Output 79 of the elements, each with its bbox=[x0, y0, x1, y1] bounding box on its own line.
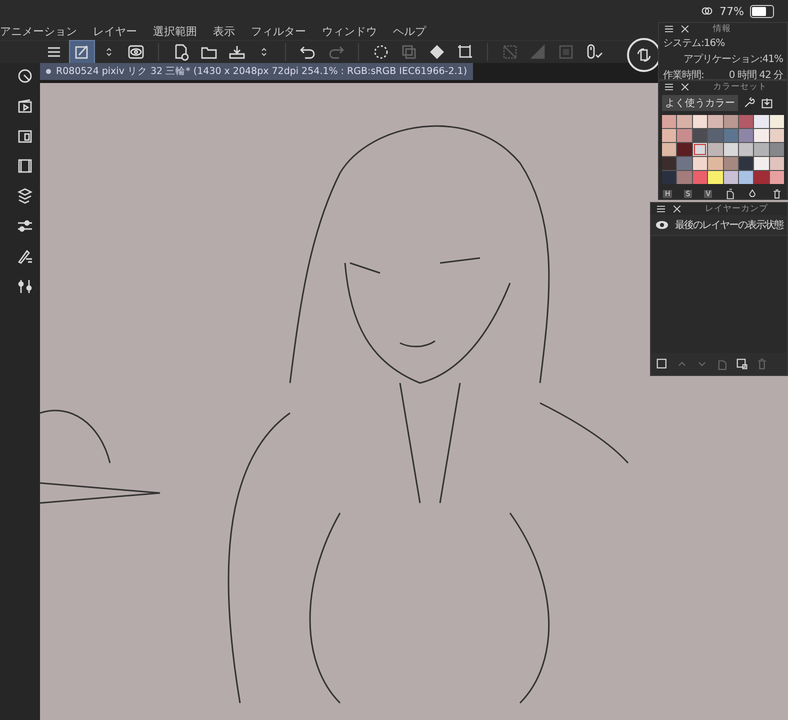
app-usage: アプリケーション:41% bbox=[683, 52, 783, 66]
wrench-icon[interactable] bbox=[742, 96, 756, 110]
eye-icon[interactable] bbox=[655, 220, 669, 230]
color-swatch[interactable] bbox=[677, 115, 692, 128]
trash-icon[interactable] bbox=[770, 188, 783, 200]
battery-icon bbox=[750, 4, 774, 18]
color-swatch[interactable] bbox=[738, 129, 754, 142]
color-swatch[interactable] bbox=[692, 157, 708, 170]
color-swatch[interactable] bbox=[692, 143, 708, 156]
close-icon[interactable] bbox=[679, 23, 691, 35]
color-swatch[interactable] bbox=[662, 171, 676, 184]
clapper-icon[interactable] bbox=[16, 97, 34, 115]
color-swatch[interactable] bbox=[770, 143, 784, 156]
menu-item[interactable]: アニメーション bbox=[0, 24, 77, 38]
panel-title: カラーセット bbox=[713, 81, 767, 93]
color-swatch[interactable] bbox=[677, 171, 692, 184]
film-icon[interactable] bbox=[16, 157, 34, 175]
color-swatch[interactable] bbox=[662, 143, 676, 156]
close-icon[interactable] bbox=[679, 81, 691, 93]
close-icon[interactable] bbox=[671, 203, 683, 215]
color-swatch[interactable] bbox=[754, 171, 769, 184]
panel-menu-icon[interactable] bbox=[663, 81, 675, 93]
color-swatch[interactable] bbox=[770, 129, 784, 142]
sketch-canvas[interactable] bbox=[40, 83, 788, 720]
color-swatch[interactable] bbox=[770, 157, 784, 170]
new-comp-icon[interactable] bbox=[655, 357, 669, 371]
work-time-label: 作業時間: bbox=[663, 68, 704, 82]
menu-item[interactable]: 表示 bbox=[213, 24, 235, 38]
color-swatch[interactable] bbox=[708, 171, 722, 184]
panel-title: レイヤーカンプ bbox=[705, 203, 768, 215]
select-layer-icon[interactable] bbox=[16, 67, 34, 85]
import-icon[interactable] bbox=[760, 96, 774, 110]
color-swatch[interactable] bbox=[708, 157, 722, 170]
menu-item[interactable]: フィルター bbox=[251, 24, 306, 38]
panel-menu-icon[interactable] bbox=[655, 203, 667, 215]
color-swatch[interactable] bbox=[708, 129, 722, 142]
color-swatch[interactable] bbox=[724, 157, 738, 170]
color-swatch[interactable] bbox=[738, 157, 754, 170]
menu-item[interactable]: ヘルプ bbox=[393, 24, 426, 38]
color-swatch[interactable] bbox=[724, 129, 738, 142]
rotate-icon[interactable] bbox=[635, 46, 653, 64]
color-swatch[interactable] bbox=[677, 129, 692, 142]
color-set-dropdown[interactable]: よく使うカラー bbox=[662, 95, 738, 111]
menu-item[interactable]: レイヤー bbox=[93, 24, 137, 38]
color-swatch[interactable] bbox=[754, 129, 769, 142]
color-swatch[interactable] bbox=[662, 129, 676, 142]
color-swatch[interactable] bbox=[724, 115, 738, 128]
color-swatch[interactable] bbox=[677, 143, 692, 156]
color-swatch[interactable] bbox=[692, 129, 708, 142]
color-swatch[interactable] bbox=[724, 171, 738, 184]
document-tab[interactable]: R080524 pixiv リク 32 三輪* (1430 x 2048px 72dpi 254.1% : RGB:sRGB IEC61966-2.1) bbox=[40, 63, 474, 80]
color-swatch[interactable] bbox=[738, 171, 754, 184]
panel-title: 情報 bbox=[713, 23, 731, 35]
work-time: 0 時間 42 分 bbox=[728, 68, 783, 82]
apply-comp-icon[interactable] bbox=[735, 357, 749, 371]
color-swatch[interactable] bbox=[677, 157, 692, 170]
color-swatch[interactable] bbox=[738, 143, 754, 156]
color-swatch[interactable] bbox=[724, 143, 738, 156]
color-swatch[interactable] bbox=[754, 143, 769, 156]
system-usage: システム:16% bbox=[663, 37, 725, 50]
panel-menu-icon[interactable] bbox=[663, 23, 675, 35]
layer-comp-item[interactable]: 最後のレイヤーの表示状態 bbox=[651, 215, 787, 236]
menu-item[interactable]: 選択範囲 bbox=[153, 24, 197, 38]
color-swatch[interactable] bbox=[662, 115, 676, 128]
color-swatch[interactable] bbox=[708, 143, 722, 156]
adjust-icon[interactable] bbox=[16, 277, 34, 295]
menu-item[interactable]: ウィンドウ bbox=[322, 24, 377, 38]
color-swatch[interactable] bbox=[770, 115, 784, 128]
color-swatch[interactable] bbox=[708, 115, 722, 128]
color-swatch[interactable] bbox=[770, 171, 784, 184]
color-swatch[interactable] bbox=[738, 115, 754, 128]
brush-icon[interactable] bbox=[16, 247, 34, 265]
color-swatch[interactable] bbox=[692, 115, 708, 128]
color-swatch[interactable] bbox=[692, 171, 708, 184]
color-swatch[interactable] bbox=[754, 115, 769, 128]
color-swatch[interactable] bbox=[662, 157, 676, 170]
battery-percent: 77% bbox=[720, 4, 744, 18]
color-swatch[interactable] bbox=[754, 157, 769, 170]
layers-icon[interactable] bbox=[16, 187, 34, 205]
